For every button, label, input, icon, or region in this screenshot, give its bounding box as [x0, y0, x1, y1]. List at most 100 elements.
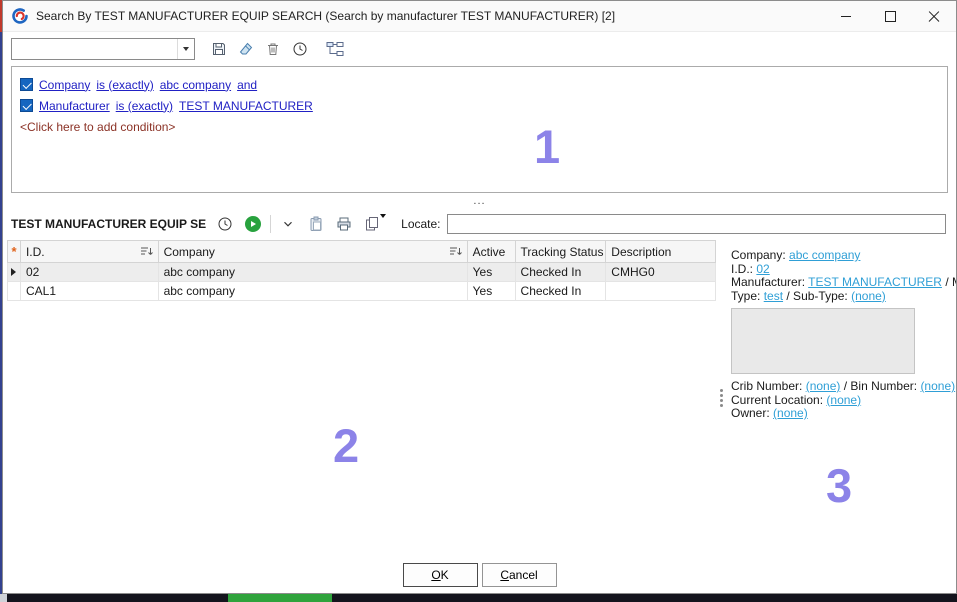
- detail-line-manufacturer: Manufacturer: TEST MANUFACTURER / Mo: [731, 276, 954, 290]
- condition-checkbox[interactable]: [20, 78, 33, 91]
- detail-line-crib: Crib Number: (none) / Bin Number: (none): [731, 380, 954, 394]
- column-header-description[interactable]: Description: [606, 241, 716, 262]
- cell-company[interactable]: abc company: [159, 263, 468, 281]
- horizontal-splitter[interactable]: ...: [3, 193, 956, 208]
- manufacturer-link[interactable]: TEST MANUFACTURER: [808, 275, 942, 289]
- condition-operator-link[interactable]: is (exactly): [96, 78, 153, 92]
- organize-searches-icon[interactable]: [324, 38, 346, 60]
- bin-number-label: / Bin Number:: [844, 379, 917, 393]
- bin-number-link[interactable]: (none): [920, 379, 955, 393]
- app-icon: [11, 7, 29, 25]
- clear-icon[interactable]: [235, 38, 257, 60]
- run-search-icon[interactable]: [242, 213, 264, 235]
- sort-icon[interactable]: [449, 246, 462, 257]
- company-link[interactable]: abc company: [789, 248, 860, 262]
- copy-dropdown-icon[interactable]: [380, 214, 386, 218]
- table-row[interactable]: 02 abc company Yes Checked In CMHG0: [7, 263, 716, 282]
- cell-id[interactable]: 02: [21, 263, 159, 281]
- asterisk-icon: *: [11, 245, 16, 258]
- cell-description[interactable]: CMHG0: [606, 263, 716, 281]
- table-row[interactable]: CAL1 abc company Yes Checked In: [7, 282, 716, 301]
- owner-link[interactable]: (none): [773, 406, 808, 420]
- vertical-splitter[interactable]: [716, 240, 726, 556]
- results-area: * I.D. Company: [3, 240, 956, 556]
- condition-field-link[interactable]: Manufacturer: [39, 99, 110, 113]
- cell-tracking-status[interactable]: Checked In: [516, 282, 607, 300]
- locate-input[interactable]: [447, 214, 946, 234]
- close-button[interactable]: [912, 1, 956, 31]
- history-icon[interactable]: [214, 213, 236, 235]
- add-condition-link[interactable]: <Click here to add condition>: [20, 120, 939, 134]
- cell-company[interactable]: abc company: [159, 282, 468, 300]
- column-label: Description: [611, 245, 671, 259]
- screen: Search By TEST MANUFACTURER EQUIP SEARCH…: [0, 0, 957, 602]
- play-icon: [245, 216, 261, 232]
- id-link[interactable]: 02: [756, 262, 769, 276]
- row-selector-cell[interactable]: [7, 263, 21, 281]
- locate-label: Locate:: [401, 217, 440, 231]
- subtype-link[interactable]: (none): [851, 289, 886, 303]
- column-label: Tracking Status: [521, 245, 604, 259]
- cell-active[interactable]: Yes: [468, 282, 516, 300]
- crib-number-link[interactable]: (none): [806, 379, 841, 393]
- condition-value-link[interactable]: abc company: [160, 78, 231, 92]
- ok-button[interactable]: OK: [403, 563, 478, 587]
- type-link[interactable]: test: [764, 289, 783, 303]
- combo-dropdown-icon[interactable]: [177, 39, 194, 59]
- save-icon[interactable]: [208, 38, 230, 60]
- condition-conjunction-link[interactable]: and: [237, 78, 257, 92]
- paste-icon[interactable]: [305, 213, 327, 235]
- ok-button-label: OK: [431, 568, 448, 582]
- column-header-company[interactable]: Company: [159, 241, 468, 262]
- crib-number-label: Crib Number:: [731, 379, 802, 393]
- company-label: Company:: [731, 248, 786, 262]
- saved-search-combobox[interactable]: [11, 38, 195, 60]
- results-title: TEST MANUFACTURER EQUIP SE: [11, 217, 206, 231]
- minimize-button[interactable]: [824, 1, 868, 31]
- close-icon: [928, 10, 940, 22]
- condition-row: Company is (exactly) abc company and: [20, 74, 939, 95]
- cell-id[interactable]: CAL1: [21, 282, 159, 300]
- current-location-label: Current Location:: [731, 393, 823, 407]
- manufacturer-suffix: / Mo: [945, 275, 956, 289]
- column-header-tracking-status[interactable]: Tracking Status: [516, 241, 607, 262]
- condition-row: Manufacturer is (exactly) TEST MANUFACTU…: [20, 95, 939, 116]
- dialog-footer: OK Cancel: [3, 556, 956, 593]
- print-icon[interactable]: [333, 213, 355, 235]
- type-label: Type:: [731, 289, 760, 303]
- detail-line-owner: Owner: (none): [731, 407, 954, 421]
- detail-line-location: Current Location: (none): [731, 394, 954, 408]
- id-label: I.D.:: [731, 262, 753, 276]
- splitter-handle[interactable]: ...: [473, 195, 485, 207]
- maximize-button[interactable]: [868, 1, 912, 31]
- selector-column-header[interactable]: *: [7, 241, 21, 262]
- watermark-2: 2: [333, 418, 359, 473]
- subtype-label: / Sub-Type:: [786, 289, 847, 303]
- condition-field-link[interactable]: Company: [39, 78, 90, 92]
- chevron-down-icon[interactable]: [277, 213, 299, 235]
- column-header-id[interactable]: I.D.: [21, 241, 159, 262]
- current-row-marker: [11, 268, 16, 276]
- detail-line-id: I.D.: 02: [731, 263, 954, 277]
- history-icon[interactable]: [289, 38, 311, 60]
- column-header-active[interactable]: Active: [468, 241, 516, 262]
- cell-active[interactable]: Yes: [468, 263, 516, 281]
- condition-operator-link[interactable]: is (exactly): [116, 99, 173, 113]
- titlebar[interactable]: Search By TEST MANUFACTURER EQUIP SEARCH…: [3, 1, 956, 32]
- detail-line-type: Type: test / Sub-Type: (none): [731, 290, 954, 304]
- cancel-button[interactable]: Cancel: [482, 563, 557, 587]
- owner-label: Owner:: [731, 406, 770, 420]
- copy-icon[interactable]: [361, 213, 383, 235]
- maximize-icon: [885, 11, 896, 22]
- cell-description[interactable]: [606, 282, 716, 300]
- delete-icon[interactable]: [262, 38, 284, 60]
- current-location-link[interactable]: (none): [826, 393, 861, 407]
- row-selector-cell[interactable]: [7, 282, 21, 300]
- cell-tracking-status[interactable]: Checked In: [516, 263, 607, 281]
- sort-icon[interactable]: [140, 246, 153, 257]
- condition-value-link[interactable]: TEST MANUFACTURER: [179, 99, 313, 113]
- results-toolbar: TEST MANUFACTURER EQUIP SE: [3, 208, 956, 240]
- saved-search-input[interactable]: [12, 39, 177, 59]
- condition-checkbox[interactable]: [20, 99, 33, 112]
- taskbar-green-segment: [228, 594, 332, 602]
